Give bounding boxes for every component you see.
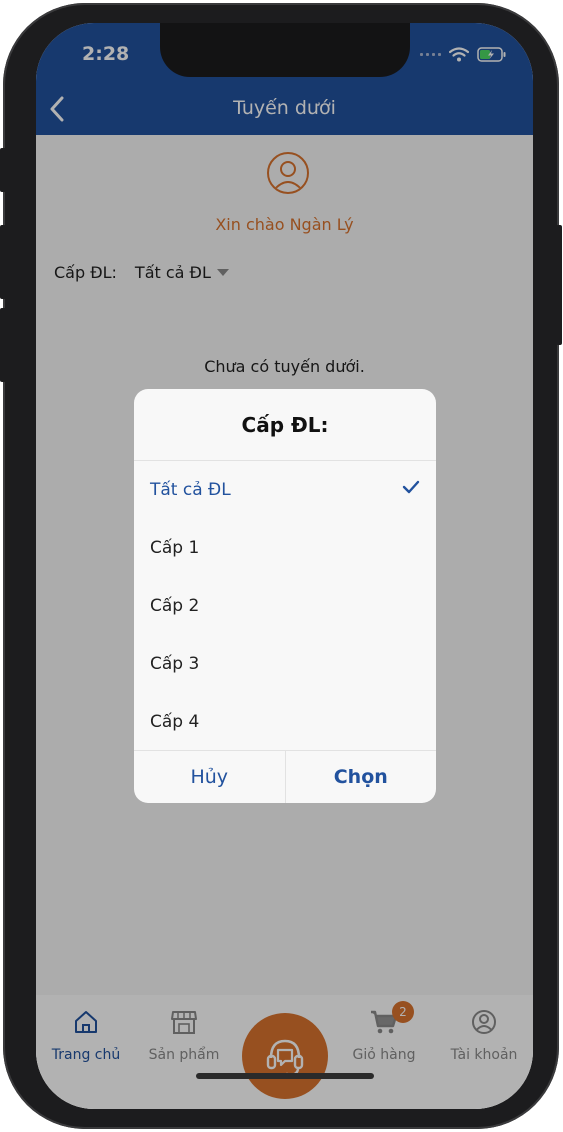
option-level-2[interactable]: Cấp 2: [134, 577, 436, 635]
option-level-4[interactable]: Cấp 4: [134, 693, 436, 751]
volume-up-button: [0, 225, 6, 299]
volume-down-button: [0, 308, 6, 382]
phone-frame: 2:28 Tuyến dưới Xin chào Ngàn Lý Cấp ĐL:…: [0, 3, 562, 1129]
agent-level-picker-dialog: Cấp ĐL: Tất cả ĐL Cấp 1 Cấp 2 Cấp 3 Cấp …: [134, 389, 436, 803]
option-label: Cấp 2: [150, 596, 200, 616]
power-button: [556, 225, 562, 345]
choose-button[interactable]: Chọn: [286, 751, 437, 803]
cancel-button[interactable]: Hủy: [134, 751, 286, 803]
option-label: Cấp 4: [150, 712, 200, 732]
dialog-actions: Hủy Chọn: [134, 750, 436, 803]
option-label: Cấp 3: [150, 654, 200, 674]
mute-switch: [0, 148, 6, 192]
dialog-title: Cấp ĐL:: [134, 389, 436, 461]
option-label: Cấp 1: [150, 538, 200, 558]
option-label: Tất cả ĐL: [150, 480, 231, 500]
option-all-levels[interactable]: Tất cả ĐL: [134, 461, 436, 519]
check-icon: [402, 480, 420, 494]
option-level-1[interactable]: Cấp 1: [134, 519, 436, 577]
home-indicator: [196, 1073, 374, 1079]
screen: 2:28 Tuyến dưới Xin chào Ngàn Lý Cấp ĐL:…: [36, 23, 533, 1109]
option-level-3[interactable]: Cấp 3: [134, 635, 436, 693]
